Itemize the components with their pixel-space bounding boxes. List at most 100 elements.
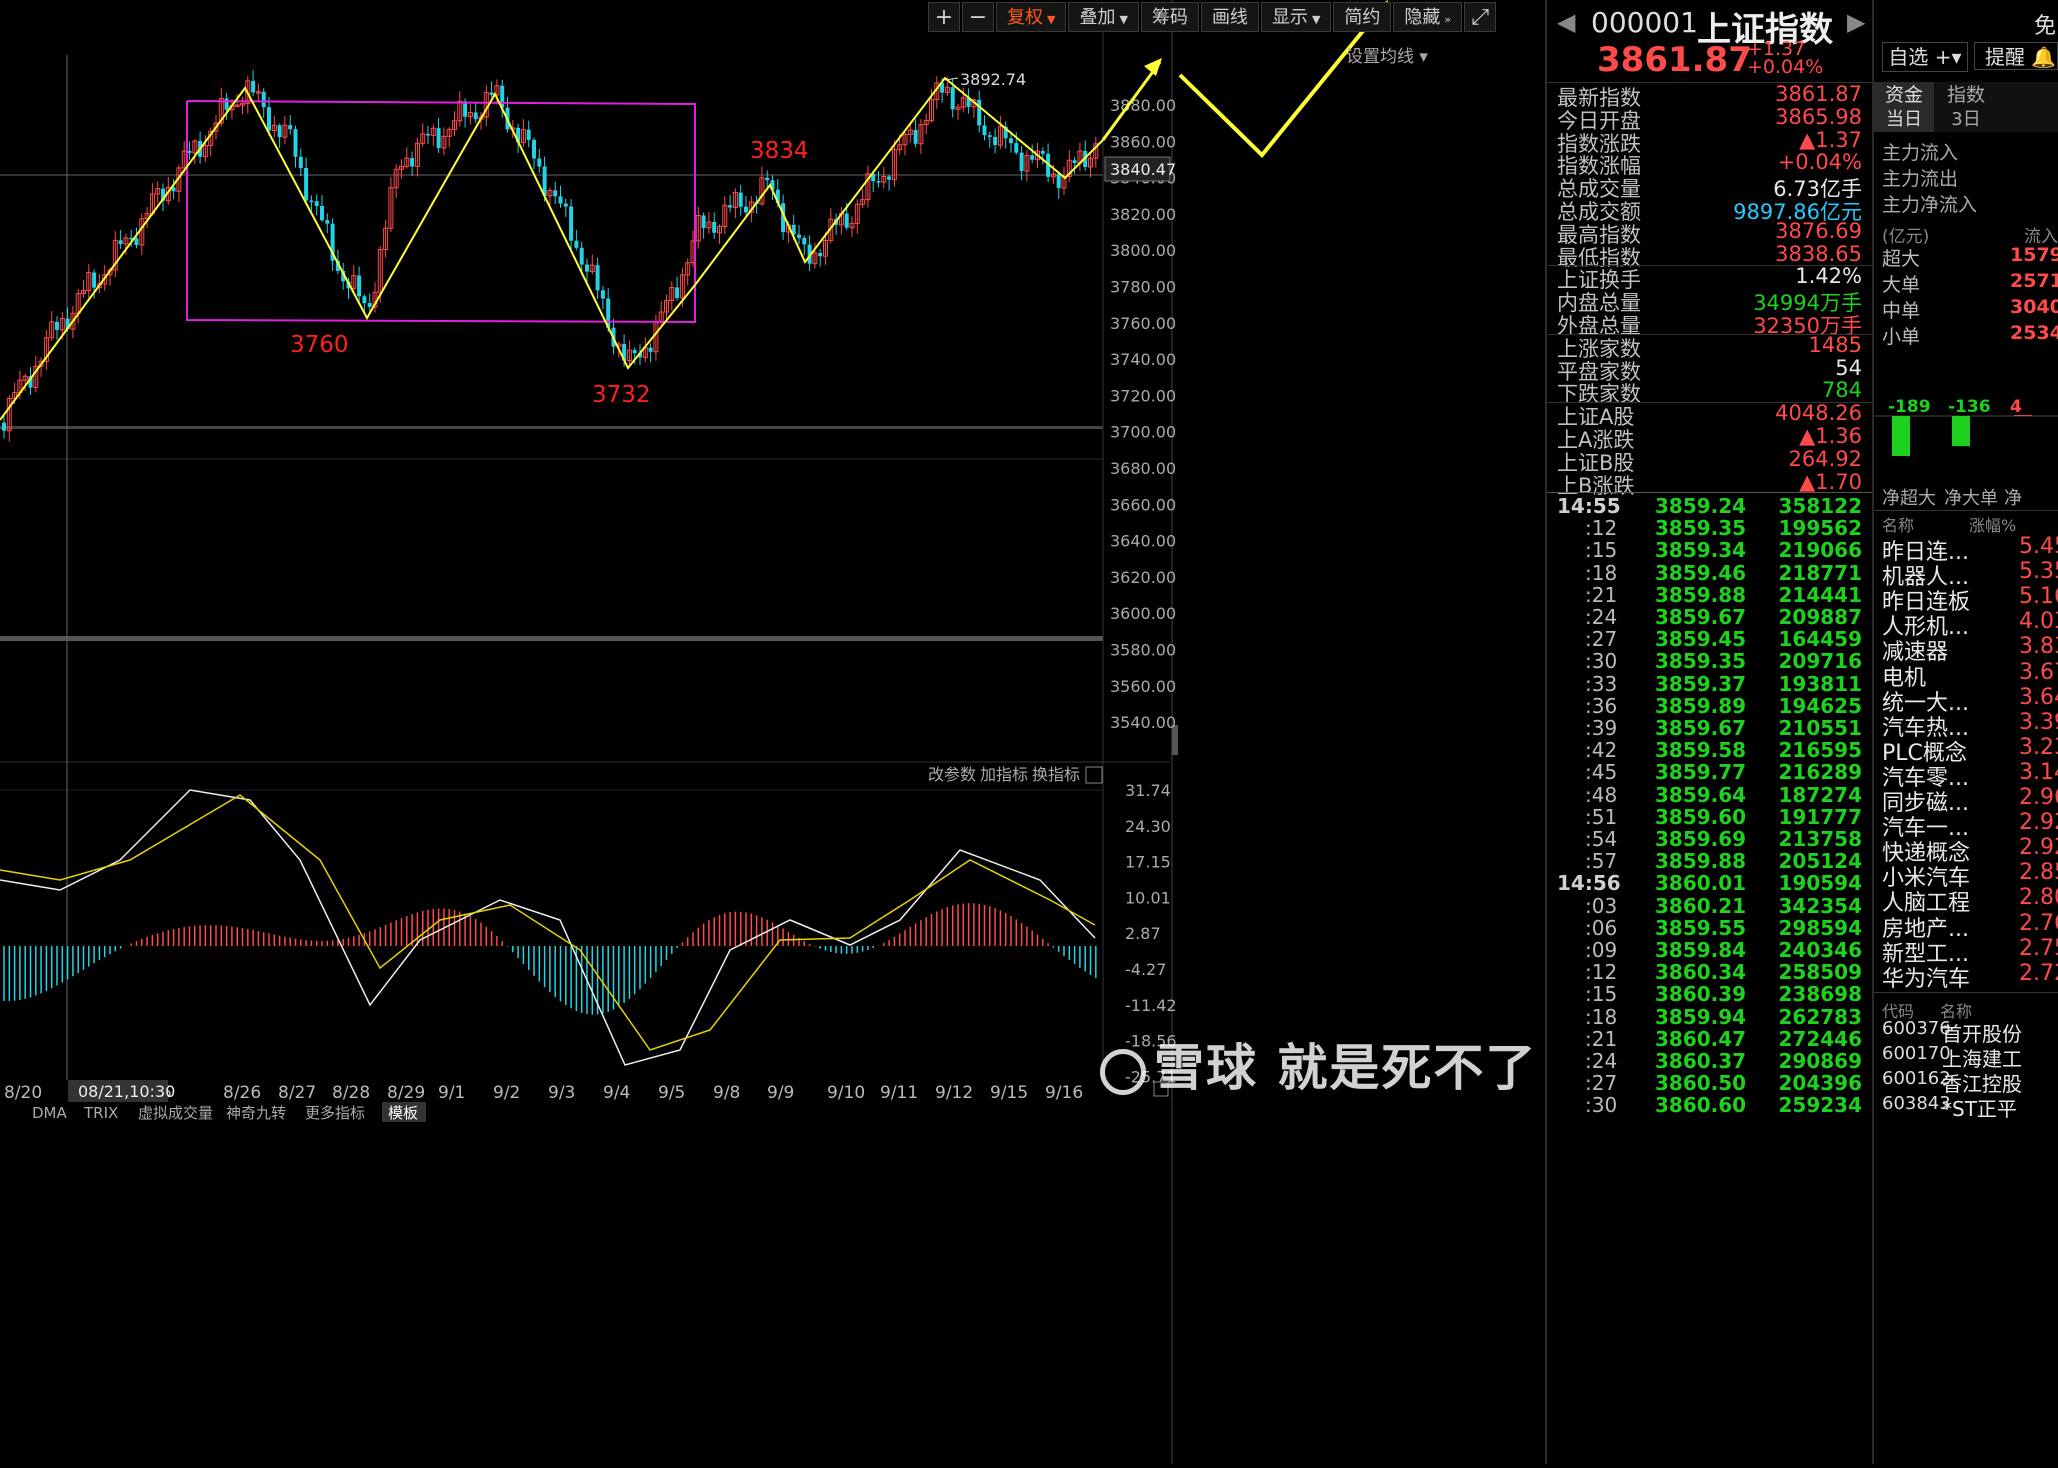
sector-pct: 2.85	[2019, 860, 2058, 886]
candle-body	[701, 215, 706, 228]
net-flow-bar	[1892, 416, 1910, 456]
stock-code: 603843	[1882, 1093, 1951, 1114]
sector-pct-header[interactable]: 涨幅%	[1969, 512, 2016, 536]
sector-pct: 2.75	[2019, 935, 2058, 961]
zoom-in-button[interactable]: +	[928, 2, 960, 32]
fullscreen-icon[interactable]: ⤢	[1464, 2, 1497, 32]
date-axis-label: 9/15	[990, 1083, 1028, 1103]
date-axis-label: 8/29	[387, 1083, 425, 1103]
tick-price: 3860.37	[1655, 1049, 1747, 1073]
sector-name-header[interactable]: 名称	[1882, 512, 1914, 536]
candle-body	[1040, 150, 1045, 154]
tick-volume: 218771	[1778, 560, 1863, 585]
kline-chart-svg[interactable]: 3880.003860.003840.003820.003800.003780.…	[0, 0, 1538, 1464]
watermark: 雪球 就是死不了	[1100, 1028, 1537, 1100]
subtab-today[interactable]: 当日	[1874, 108, 1934, 132]
sector-pct: 3.23	[2019, 734, 2058, 760]
quote-value: 3865.98	[1775, 104, 1862, 129]
bottom-indicator-tab: 更多指标	[305, 1104, 365, 1122]
tick-time: :57	[1585, 849, 1618, 874]
price-axis-label: 3880.00	[1110, 96, 1176, 115]
candle-body	[585, 264, 589, 272]
tick-time: :18	[1585, 1004, 1618, 1029]
prev-arrow-icon[interactable]: ◀	[1557, 8, 1575, 36]
draw-line-button[interactable]: 画线	[1200, 2, 1259, 32]
tick-volume: 342354	[1778, 893, 1863, 918]
candle-body	[977, 99, 982, 126]
price-change-pct: +0.04%	[1747, 56, 1824, 78]
stock-row[interactable]: 603843 *ST正平	[1882, 1093, 2058, 1125]
tick-time: :33	[1585, 671, 1618, 696]
date-axis-label: 9/9	[767, 1083, 794, 1103]
display-label: 显示	[1271, 7, 1308, 28]
date-axis-label: 9/12	[935, 1083, 973, 1103]
kline-chart-area[interactable]: 3880.003860.003840.003820.003800.003780.…	[0, 0, 1538, 1464]
sector-pct: 2.92	[2019, 810, 2058, 836]
date-axis-label: 9/10	[827, 1083, 865, 1103]
tick-volume: 187274	[1778, 782, 1863, 807]
candle-body	[1009, 138, 1013, 144]
quote-panel: ◀ 000001 上证指数 ▶ 3861.87 +1.37 +0.04% 最新指…	[1545, 0, 1872, 1464]
zoom-out-button[interactable]: −	[962, 2, 994, 32]
sector-pct: 2.76	[2019, 910, 2058, 936]
quote-value: 3876.69	[1775, 218, 1862, 243]
tick-volume: 209716	[1778, 649, 1863, 674]
fund-flow-panel: 自选 +▾ 提醒 🔔 免 资金 指数 当日 3日 主力流入 主力流出 主力净流入…	[1872, 0, 2058, 1464]
candle-body	[595, 265, 600, 291]
tick-time: :51	[1585, 804, 1618, 829]
chips-button[interactable]: 筹码	[1140, 2, 1199, 32]
chevron-down-icon: ▼	[1311, 13, 1321, 26]
sector-pct: 2.96	[2019, 785, 2058, 810]
tick-volume: 214441	[1778, 582, 1863, 607]
candle-body	[558, 196, 563, 204]
simple-button[interactable]: 简约	[1333, 2, 1392, 32]
candle-body	[277, 125, 282, 138]
current-price: 3861.87	[1597, 40, 1752, 80]
tick-time: :27	[1585, 1071, 1618, 1096]
indicator-axis-label: 17.15	[1125, 853, 1171, 872]
chevron-down-icon: ▼	[1119, 13, 1128, 26]
candle-body	[802, 237, 807, 245]
tick-volume: 272446	[1778, 1026, 1863, 1051]
tick-price: 3859.64	[1655, 782, 1747, 807]
wave-line	[0, 76, 1104, 421]
tick-price: 3859.94	[1655, 1004, 1747, 1029]
adjust-rights-button[interactable]: 复权 ▼	[996, 2, 1067, 32]
tick-price: 3860.60	[1655, 1093, 1747, 1118]
display-button[interactable]: 显示 ▼	[1260, 2, 1332, 32]
date-axis-label: 9/4	[603, 1083, 630, 1103]
alert-button[interactable]: 提醒 🔔	[1974, 42, 2058, 70]
candle-body	[473, 112, 478, 120]
tick-volume: 190594	[1778, 871, 1863, 896]
candle-body	[982, 125, 987, 136]
tick-price: 3859.77	[1655, 760, 1747, 785]
candle-body	[357, 275, 362, 297]
tick-price: 3860.47	[1655, 1026, 1747, 1051]
subtab-3day[interactable]: 3日	[1936, 108, 1996, 132]
tick-volume: 216595	[1778, 738, 1863, 763]
tab-fund[interactable]: 资金	[1874, 82, 1934, 108]
price-axis-label: 3600.00	[1110, 604, 1176, 623]
next-arrow-icon[interactable]: ▶	[1847, 8, 1865, 36]
tick-time: :21	[1585, 582, 1618, 607]
tab-index[interactable]: 指数	[1936, 82, 1996, 108]
overlay-button[interactable]: 叠加 ▼	[1068, 2, 1139, 32]
tick-volume: 358122	[1778, 494, 1863, 518]
hide-button[interactable]: 隐藏»	[1393, 2, 1463, 32]
price-axis-label: 3560.00	[1110, 677, 1176, 696]
bottom-indicator-tab: TRIX	[83, 1104, 118, 1122]
candle-body	[818, 252, 823, 257]
tick-row: :30 3860.60 259234	[1547, 1093, 1872, 1122]
order-label: 超大	[1882, 248, 1921, 270]
sector-pct: 2.92	[2019, 835, 2058, 861]
tick-time: :12	[1585, 960, 1618, 985]
set-ma-button[interactable]: 设置均线 ▾	[1346, 42, 1428, 67]
crosshair-date-label: 08/21,10:30	[78, 1082, 175, 1101]
sector-row[interactable]: 华为汽车 2.72	[1882, 961, 2058, 993]
price-axis-label: 3740.00	[1110, 350, 1176, 369]
main-inflow-label: 主力流入	[1882, 142, 1959, 164]
add-watchlist-button[interactable]: 自选 +▾	[1882, 42, 1968, 72]
set-ma-label: 设置均线	[1346, 47, 1414, 67]
candle-body	[362, 296, 367, 304]
indicator-axis-label: 2.87	[1125, 924, 1161, 943]
